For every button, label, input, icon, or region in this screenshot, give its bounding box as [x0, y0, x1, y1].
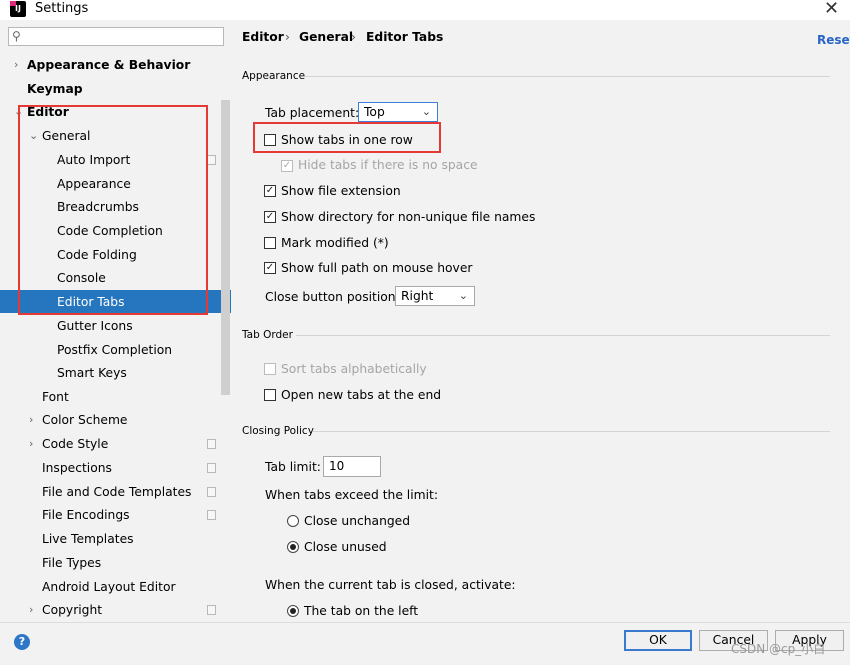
chevron-right-icon[interactable]: ›: [29, 412, 33, 428]
project-settings-icon: [207, 510, 216, 520]
breadcrumb-separator-icon: ›: [351, 30, 356, 44]
divider: [296, 335, 830, 336]
divider: [313, 431, 830, 432]
annotation-highlight-box: [253, 122, 441, 153]
close-unchanged-radio[interactable]: [287, 515, 299, 527]
tab-limit-input[interactable]: 10: [323, 456, 381, 477]
reset-link[interactable]: Reset: [817, 33, 850, 47]
section-closing-policy: Closing Policy: [242, 425, 314, 437]
close-button-position-dropdown[interactable]: Right ⌄: [395, 286, 475, 306]
chevron-down-icon: ⌄: [421, 105, 431, 118]
activate-label: When the current tab is closed, activate…: [265, 578, 516, 592]
show-directory-checkbox[interactable]: ✓: [264, 211, 276, 223]
sidebar-item-smart-keys[interactable]: Smart Keys: [57, 365, 127, 381]
close-unchanged-label: Close unchanged: [304, 514, 411, 528]
show-full-path-checkbox[interactable]: ✓: [264, 262, 276, 274]
divider: [305, 76, 830, 77]
window-title: Settings: [35, 1, 89, 16]
mark-modified-label: Mark modified (*): [281, 236, 389, 250]
sidebar-item-file-types[interactable]: File Types: [42, 555, 101, 571]
title-bar: [0, 0, 850, 20]
chevron-right-icon[interactable]: ›: [29, 602, 33, 618]
show-directory-label: Show directory for non-unique file names: [281, 210, 536, 224]
chevron-right-icon[interactable]: ›: [29, 436, 33, 452]
help-icon[interactable]: ?: [14, 634, 30, 650]
exceed-limit-label: When tabs exceed the limit:: [265, 488, 438, 502]
tab-on-left-label: The tab on the left: [304, 604, 419, 618]
sidebar-item-live-templates[interactable]: Live Templates: [42, 531, 134, 547]
project-settings-icon: [207, 155, 216, 165]
project-settings-icon: [207, 439, 216, 449]
breadcrumb-general[interactable]: General: [299, 30, 353, 44]
close-unused-radio[interactable]: [287, 541, 299, 553]
show-full-path-label: Show full path on mouse hover: [281, 261, 473, 275]
sort-alpha-checkbox[interactable]: [264, 363, 276, 375]
search-icon: ⚲: [12, 29, 21, 43]
watermark: CSDN @cp_小白: [731, 642, 826, 656]
project-settings-icon: [207, 487, 216, 497]
sidebar-item-gutter-icons[interactable]: Gutter Icons: [57, 318, 133, 334]
hide-tabs-checkbox[interactable]: ✓: [281, 160, 293, 172]
chevron-right-icon[interactable]: ›: [14, 57, 18, 73]
sidebar-item-inspections[interactable]: Inspections: [42, 460, 112, 476]
close-button-position-label: Close button position:: [265, 290, 400, 304]
sidebar-item-file-encodings[interactable]: File Encodings: [42, 507, 130, 523]
ok-button[interactable]: OK: [624, 630, 692, 651]
breadcrumb-separator-icon: ›: [285, 30, 290, 44]
sidebar-scrollbar[interactable]: [221, 100, 230, 395]
close-icon[interactable]: ✕: [824, 0, 839, 19]
tab-on-left-radio[interactable]: [287, 605, 299, 617]
section-appearance: Appearance: [242, 70, 306, 82]
tab-limit-label: Tab limit:: [265, 460, 321, 474]
sidebar-item-postfix-completion[interactable]: Postfix Completion: [57, 342, 172, 358]
sidebar-item-color-scheme[interactable]: Color Scheme: [42, 412, 127, 428]
search-input[interactable]: [8, 27, 224, 46]
mark-modified-checkbox[interactable]: [264, 237, 276, 249]
sidebar-item-appearance-behavior[interactable]: Appearance & Behavior: [27, 57, 190, 73]
chevron-down-icon: ⌄: [458, 289, 468, 302]
show-file-extension-checkbox[interactable]: ✓: [264, 185, 276, 197]
sidebar-item-code-style[interactable]: Code Style: [42, 436, 108, 452]
breadcrumb-editor[interactable]: Editor: [242, 30, 284, 44]
intellij-app-icon: IJ: [10, 1, 26, 17]
sidebar-item-file-and-code-templates[interactable]: File and Code Templates: [42, 484, 191, 500]
sidebar-item-keymap[interactable]: Keymap: [27, 81, 83, 97]
tab-placement-dropdown[interactable]: Top ⌄: [358, 102, 438, 122]
sort-alpha-label: Sort tabs alphabetically: [281, 362, 427, 376]
project-settings-icon: [207, 463, 216, 473]
section-tab-order: Tab Order: [242, 329, 293, 341]
breadcrumb-editor-tabs: Editor Tabs: [366, 30, 444, 44]
annotation-highlight-box: [18, 105, 208, 315]
close-unused-label: Close unused: [304, 540, 387, 554]
tab-placement-label: Tab placement:: [265, 106, 360, 120]
close-button-position-value: Right: [401, 289, 434, 303]
tab-placement-value: Top: [364, 105, 385, 119]
sidebar-item-font[interactable]: Font: [42, 389, 69, 405]
show-file-extension-label: Show file extension: [281, 184, 401, 198]
open-at-end-label: Open new tabs at the end: [281, 388, 442, 402]
sidebar-item-copyright[interactable]: Copyright: [42, 602, 102, 618]
hide-tabs-label: Hide tabs if there is no space: [298, 158, 478, 172]
project-settings-icon: [207, 605, 216, 615]
sidebar-item-android-layout-editor[interactable]: Android Layout Editor: [42, 579, 176, 595]
open-at-end-checkbox[interactable]: [264, 389, 276, 401]
